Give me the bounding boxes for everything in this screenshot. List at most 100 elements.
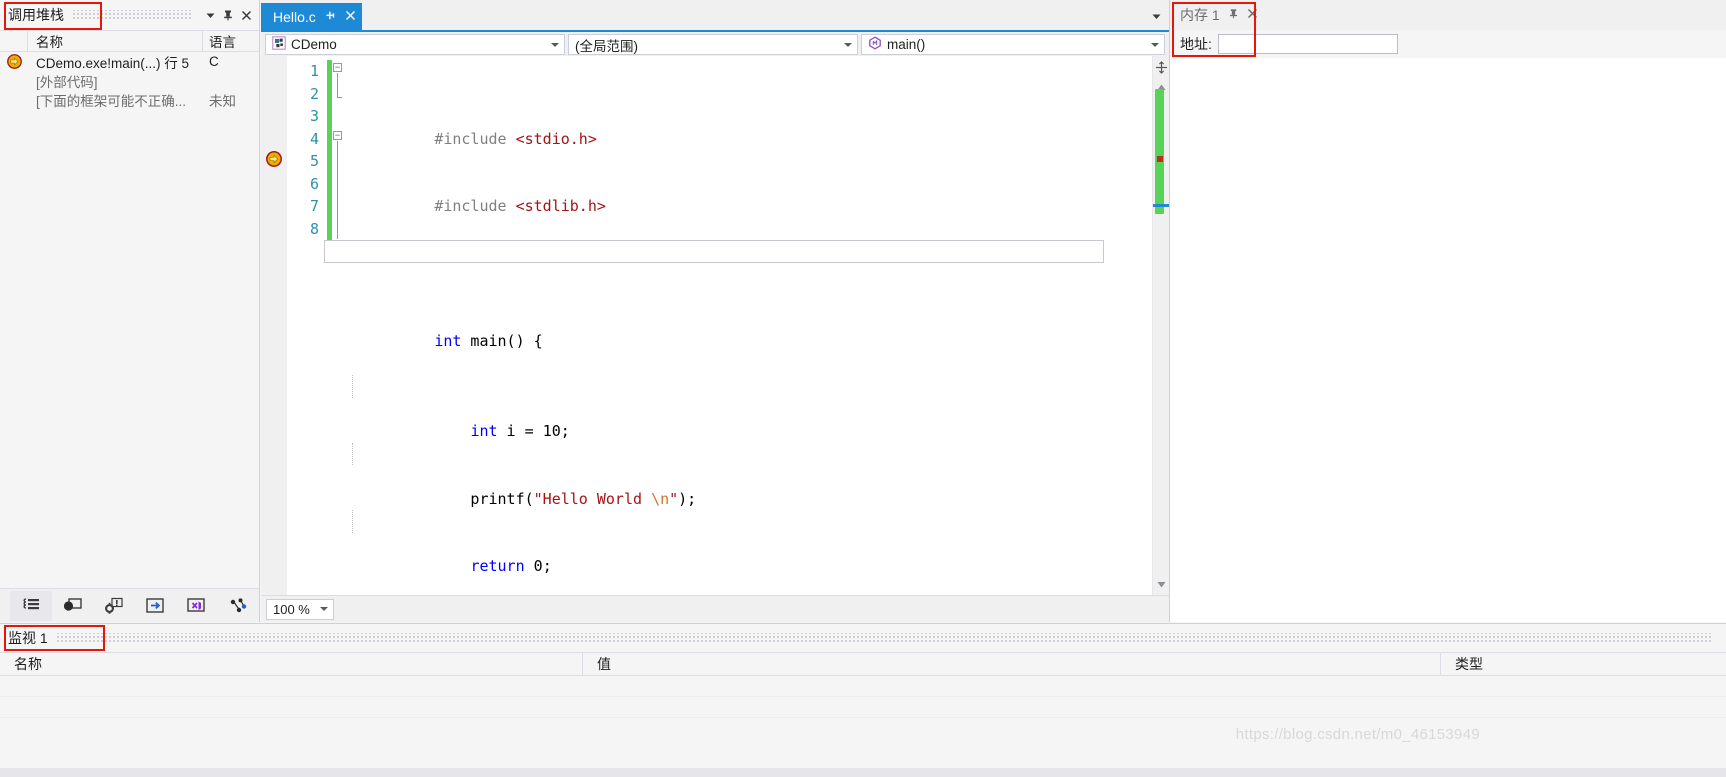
go-to-disassembly-icon[interactable] bbox=[135, 591, 177, 621]
line-number: 6 bbox=[309, 174, 319, 193]
call-stack-panel: 调用堆栈 名称 语言 CDemo.exe!main(...) 行 5 C [外部… bbox=[0, 0, 260, 622]
breakpoint-marker bbox=[1157, 156, 1163, 162]
close-icon[interactable] bbox=[237, 4, 255, 26]
code-line: int main() { bbox=[344, 308, 1152, 350]
close-icon[interactable] bbox=[1247, 8, 1258, 22]
breakpoints-icon[interactable] bbox=[52, 591, 94, 621]
tab-close-icon[interactable] bbox=[345, 9, 356, 24]
breakpoint-margin[interactable] bbox=[261, 56, 287, 595]
collapse-region-icon[interactable]: − bbox=[333, 63, 342, 72]
line-number: 2 bbox=[309, 84, 319, 103]
zoom-level-label: 100 % bbox=[273, 601, 310, 617]
tab-memory-1[interactable]: 内存 1 bbox=[1170, 0, 1266, 30]
memory-content-area[interactable] bbox=[1170, 58, 1726, 622]
dropdown-icon[interactable] bbox=[201, 4, 219, 26]
tab-pin-icon[interactable] bbox=[325, 9, 336, 24]
call-stack-frame-name: [下面的框架可能不正确... bbox=[36, 93, 187, 109]
code-token: "Hello World bbox=[533, 489, 652, 508]
panel-drag-grip[interactable] bbox=[72, 10, 193, 20]
code-token: return bbox=[470, 557, 525, 575]
member-dropdown[interactable]: main() bbox=[861, 34, 1165, 55]
collapse-region-icon[interactable]: − bbox=[333, 131, 342, 140]
line-number: 1 bbox=[309, 62, 319, 80]
code-token: <stdlib.h> bbox=[515, 197, 606, 215]
watch-titlebar: 监视 1 bbox=[0, 624, 1726, 652]
call-stack-icon-column-header bbox=[0, 31, 28, 51]
watch-name-column-header[interactable]: 名称 bbox=[0, 653, 583, 675]
document-tabstrip: Hello.c bbox=[261, 0, 1169, 30]
code-line: return 0; bbox=[344, 510, 1152, 575]
table-row[interactable]: CDemo.exe!main(...) 行 5 C bbox=[0, 52, 259, 71]
zoom-level-dropdown[interactable]: 100 % bbox=[266, 598, 334, 620]
threads-icon[interactable] bbox=[218, 591, 260, 621]
call-stack-frame-name: CDemo.exe!main(...) 行 5 bbox=[36, 55, 190, 71]
list-item[interactable] bbox=[0, 676, 1726, 697]
call-stack-titlebar: 调用堆栈 bbox=[0, 0, 259, 30]
code-token: #include bbox=[434, 197, 516, 215]
code-line: printf("Hello World \n"); bbox=[344, 442, 1152, 508]
exception-settings-icon[interactable] bbox=[93, 591, 135, 621]
call-stack-language-column-header[interactable]: 语言 bbox=[203, 31, 259, 51]
open-in-vs-icon[interactable] bbox=[176, 591, 218, 621]
yellow-arrow-icon bbox=[0, 54, 28, 69]
watch-drag-grip[interactable] bbox=[55, 633, 1712, 643]
memory-address-input[interactable] bbox=[1217, 34, 1398, 54]
watch-value-column-header[interactable]: 值 bbox=[583, 653, 1441, 675]
code-token: \n bbox=[651, 489, 670, 508]
memory-address-label: 地址: bbox=[1180, 36, 1212, 52]
scrollbar-thumb[interactable] bbox=[1155, 89, 1164, 214]
chevron-down-icon[interactable] bbox=[320, 607, 328, 611]
code-region[interactable]: 1 2 3 4 5 6 7 8 − − #include <stdio.h> #… bbox=[261, 56, 1169, 595]
source-code-text[interactable]: #include <stdio.h> #include <stdlib.h> i… bbox=[324, 56, 1152, 596]
editor-status-bar: 100 % bbox=[261, 595, 1169, 622]
show-call-stack-icon[interactable] bbox=[10, 590, 52, 621]
chevron-down-icon[interactable] bbox=[1151, 42, 1159, 47]
scope-dropdown[interactable]: (全局范围) bbox=[568, 34, 858, 55]
code-token: int bbox=[434, 332, 462, 350]
memory-address-bar: 地址: bbox=[1170, 30, 1726, 58]
watch-rows[interactable]: https://blog.csdn.net/m0_46153949 bbox=[0, 676, 1726, 777]
pin-icon[interactable] bbox=[219, 4, 237, 26]
code-token: 10 bbox=[542, 422, 561, 440]
code-line: } bbox=[344, 578, 1152, 596]
code-token: i = bbox=[497, 422, 543, 440]
tab-hello-c[interactable]: Hello.c bbox=[261, 3, 362, 30]
code-token: 0 bbox=[533, 557, 543, 575]
code-token: " bbox=[669, 489, 679, 508]
chevron-down-icon[interactable] bbox=[551, 42, 559, 47]
watch-column-headers: 名称 值 类型 bbox=[0, 652, 1726, 676]
code-token: ; bbox=[560, 422, 570, 440]
code-token: ); bbox=[678, 489, 697, 508]
code-line: #include <stdlib.h> bbox=[344, 173, 1152, 215]
chevron-down-icon[interactable] bbox=[844, 42, 852, 47]
memory-panel: 内存 1 地址: bbox=[1169, 0, 1726, 622]
project-dropdown-label: CDemo bbox=[291, 37, 337, 52]
member-dropdown-label: main() bbox=[887, 37, 926, 52]
execution-pointer-icon bbox=[266, 151, 282, 170]
split-view-icon[interactable] bbox=[1153, 56, 1169, 78]
editor-navigation-bar: CDemo (全局范围) main() bbox=[261, 30, 1169, 56]
watch-type-column-header[interactable]: 类型 bbox=[1441, 653, 1726, 675]
line-number: 5 bbox=[309, 152, 319, 170]
chevron-down-icon[interactable] bbox=[1143, 3, 1169, 30]
line-number: 7 bbox=[309, 197, 319, 215]
project-dropdown[interactable]: CDemo bbox=[265, 34, 565, 55]
scroll-down-arrow-icon[interactable] bbox=[1153, 576, 1169, 593]
code-folding-margin[interactable]: − − bbox=[332, 56, 344, 595]
call-stack-frame-language: C bbox=[209, 54, 219, 69]
table-row[interactable]: [外部代码] bbox=[0, 71, 259, 90]
call-stack-name-column-header[interactable]: 名称 bbox=[28, 31, 203, 51]
list-item[interactable] bbox=[0, 697, 1726, 718]
table-row[interactable]: [下面的框架可能不正确... 未知 bbox=[0, 90, 259, 109]
editor-vertical-scrollbar[interactable] bbox=[1152, 56, 1169, 595]
pin-icon[interactable] bbox=[1228, 8, 1239, 22]
line-number: 4 bbox=[309, 129, 319, 148]
call-stack-frame-name: [外部代码] bbox=[36, 74, 98, 90]
watch-title: 监视 1 bbox=[8, 630, 48, 646]
tab-label: Hello.c bbox=[273, 8, 316, 25]
watch-panel: 监视 1 名称 值 类型 https://blog.csdn.net/m0_46… bbox=[0, 623, 1726, 777]
memory-tabstrip: 内存 1 bbox=[1170, 0, 1726, 57]
